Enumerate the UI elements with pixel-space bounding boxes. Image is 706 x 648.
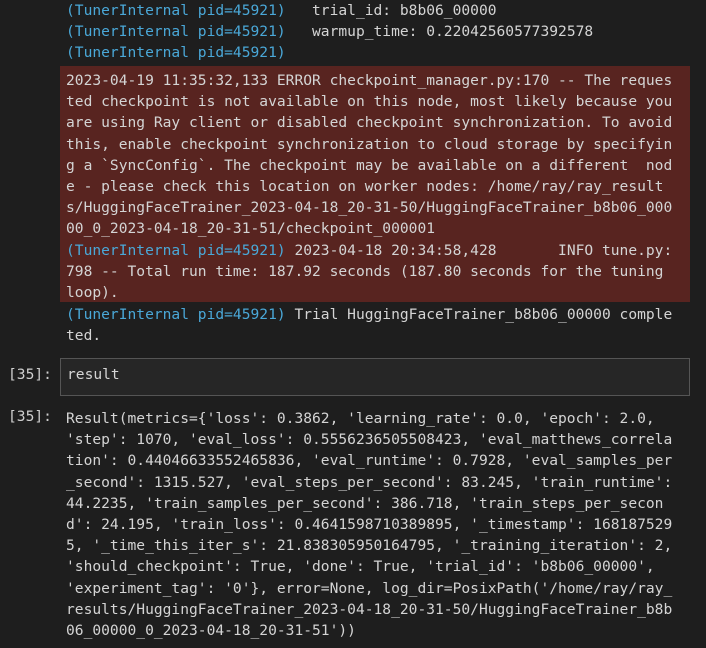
log-text: 2023-04-18 20:34:58,428 INFO tune.py: xyxy=(285,241,673,259)
log-text: 5, '_time_this_iter_s': 21.8383059501647… xyxy=(66,537,673,555)
log-line: (TunerInternal pid=45921) trial_id: b8b0… xyxy=(66,0,696,21)
error-line: e - please check this location on worker… xyxy=(66,176,690,197)
log-text: 00_0_2023-04-18_20-31-51/checkpoint_0000… xyxy=(66,220,436,238)
output-line: results/HuggingFaceTrainer_2023-04-18_20… xyxy=(66,599,696,620)
log-text: 06_00000_0_2023-04-18_20-31-51')) xyxy=(66,621,356,639)
error-line: 798 -- Total run time: 187.92 seconds (1… xyxy=(66,261,690,282)
log-text: 798 -- Total run time: 187.92 seconds (1… xyxy=(66,262,664,280)
log-text: ted. xyxy=(66,327,102,345)
log-text: are using Ray client or disabled checkpo… xyxy=(66,114,673,132)
log-text: d': 24.195, 'train_loss': 0.464159871038… xyxy=(66,515,673,533)
log-text: s/HuggingFaceTrainer_2023-04-18_20-31-50… xyxy=(66,199,673,217)
result-output: Result(metrics={'loss': 0.3862, 'learnin… xyxy=(66,408,696,641)
log-text: _second': 1315.527, 'eval_steps_per_seco… xyxy=(66,473,673,491)
log-text: e - please check this location on worker… xyxy=(66,177,664,195)
output-line: _second': 1315.527, 'eval_steps_per_seco… xyxy=(66,472,696,493)
output-line: 'should_checkpoint': True, 'done': True,… xyxy=(66,556,696,577)
output-line: d': 24.195, 'train_loss': 0.464159871038… xyxy=(66,514,696,535)
error-line: are using Ray client or disabled checkpo… xyxy=(66,112,690,133)
input-prompt: [35]: xyxy=(8,366,52,383)
log-text: 2023-04-19 11:35:32,133 ERROR checkpoint… xyxy=(66,72,673,89)
output-line: tion': 0.44046633552465836, 'eval_runtim… xyxy=(66,450,696,471)
error-line: 2023-04-19 11:35:32,133 ERROR checkpoint… xyxy=(66,70,690,91)
error-line: loop). xyxy=(66,282,690,303)
log-after: (TunerInternal pid=45921) Trial HuggingF… xyxy=(66,304,696,346)
error-line: this, enable checkpoint synchronization … xyxy=(66,134,690,155)
log-text: results/HuggingFaceTrainer_2023-04-18_20… xyxy=(66,600,673,618)
log-text: loop). xyxy=(66,283,119,301)
error-line: s/HuggingFaceTrainer_2023-04-18_20-31-50… xyxy=(66,197,690,218)
log-text: 'should_checkpoint': True, 'done': True,… xyxy=(66,558,655,576)
process-tag: (TunerInternal pid=45921) xyxy=(66,44,286,62)
code-input-cell[interactable]: result xyxy=(60,358,690,396)
error-line: 00_0_2023-04-18_20-31-51/checkpoint_0000… xyxy=(66,218,690,239)
error-line: (TunerInternal pid=45921) 2023-04-18 20:… xyxy=(66,240,690,261)
log-top: (TunerInternal pid=45921) trial_id: b8b0… xyxy=(66,0,696,64)
process-tag: (TunerInternal pid=45921) xyxy=(66,241,286,259)
output-line: 'experiment_tag': '0'}, error=None, log_… xyxy=(66,578,696,599)
output-line: 5, '_time_this_iter_s': 21.8383059501647… xyxy=(66,535,696,556)
process-tag: (TunerInternal pid=45921) xyxy=(66,2,286,19)
log-text: trial_id: b8b06_00000 xyxy=(285,2,497,19)
log-text: warmup_time: 0.22042560577392578 xyxy=(285,23,594,41)
output-line: 44.2235, 'train_samples_per_second': 386… xyxy=(66,493,696,514)
log-text: Result(metrics={'loss': 0.3862, 'learnin… xyxy=(66,410,655,427)
log-line: ted. xyxy=(66,325,696,346)
output-prompt: [35]: xyxy=(8,408,52,425)
log-line: (TunerInternal pid=45921) xyxy=(66,42,696,63)
log-text: g a `SyncConfig`. The checkpoint may be … xyxy=(66,156,673,174)
log-line: (TunerInternal pid=45921) Trial HuggingF… xyxy=(66,304,696,325)
output-line: 06_00000_0_2023-04-18_20-31-51')) xyxy=(66,620,696,641)
log-text: 'step': 1070, 'eval_loss': 0.55562365055… xyxy=(66,431,673,449)
output-line: Result(metrics={'loss': 0.3862, 'learnin… xyxy=(66,408,696,429)
process-tag: (TunerInternal pid=45921) xyxy=(66,306,286,323)
log-text: 'experiment_tag': '0'}, error=None, log_… xyxy=(66,579,673,597)
log-text: this, enable checkpoint synchronization … xyxy=(66,135,673,153)
code-text: result xyxy=(67,366,120,383)
log-text: Trial HuggingFaceTrainer_b8b06_00000 com… xyxy=(285,306,673,323)
log-line: (TunerInternal pid=45921) warmup_time: 0… xyxy=(66,21,696,42)
log-text: tion': 0.44046633552465836, 'eval_runtim… xyxy=(66,452,673,470)
error-line: ted checkpoint is not available on this … xyxy=(66,91,690,112)
log-text: ted checkpoint is not available on this … xyxy=(66,93,673,111)
output-line: 'step': 1070, 'eval_loss': 0.55562365055… xyxy=(66,429,696,450)
error-line: g a `SyncConfig`. The checkpoint may be … xyxy=(66,155,690,176)
log-text: 44.2235, 'train_samples_per_second': 386… xyxy=(66,494,664,512)
error-log: 2023-04-19 11:35:32,133 ERROR checkpoint… xyxy=(66,70,690,303)
process-tag: (TunerInternal pid=45921) xyxy=(66,23,286,41)
